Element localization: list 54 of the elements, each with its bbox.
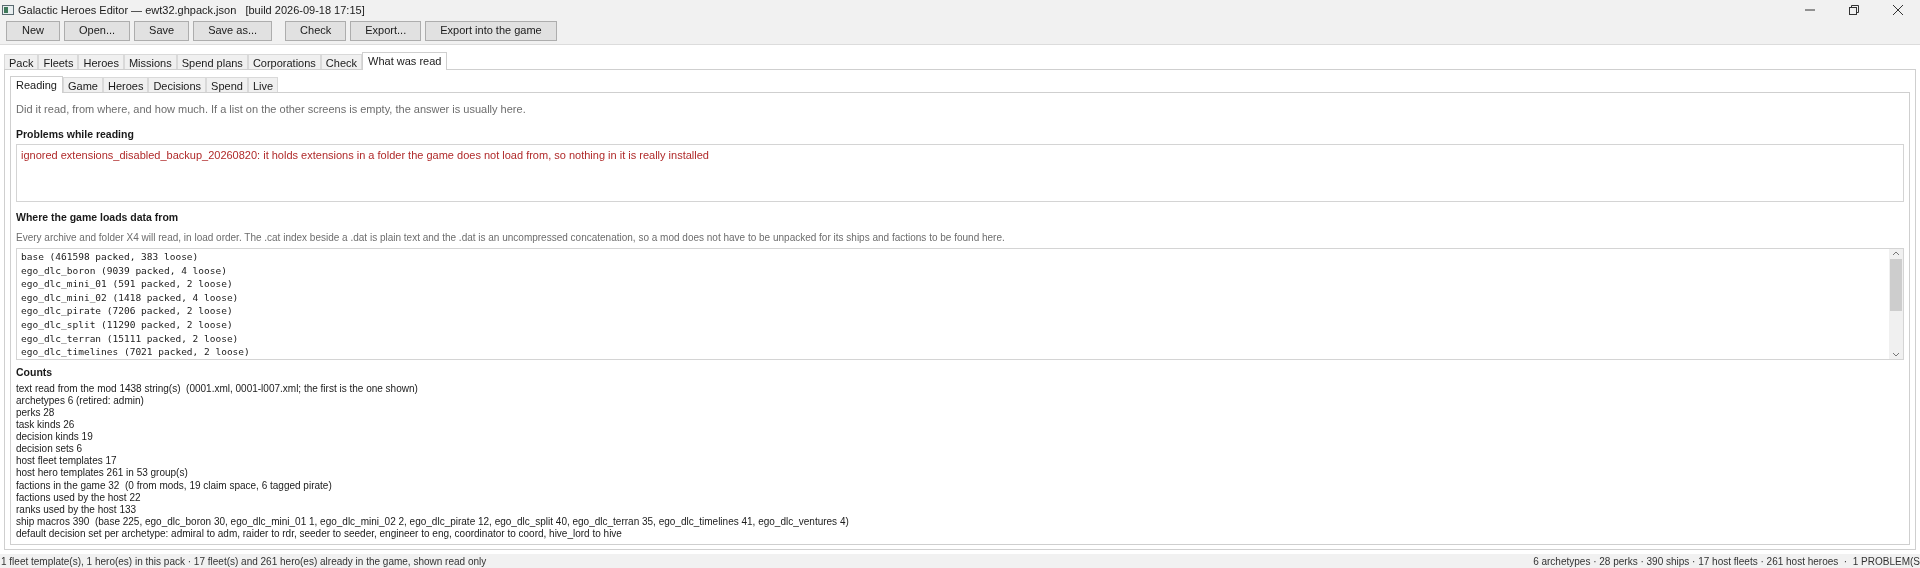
status-summary: 6 archetypes · 28 perks · 390 ships · 17 host fleets · 261 host heroes · 1 PROBLEM(S: [1533, 554, 1920, 568]
list-item[interactable]: ego_dlc_split (11290 packed, 2 loose): [21, 317, 1889, 332]
tab[interactable]: Spend: [206, 77, 248, 92]
section-heading: Counts: [16, 365, 54, 380]
tab[interactable]: Reading: [10, 76, 63, 93]
count-line: factions in the game 32 (0 from mods, 19 claim space, 6 tagged pirate): [16, 479, 333, 492]
toolbar-button[interactable]: Open...: [64, 20, 131, 41]
tab[interactable]: Live: [247, 77, 279, 92]
toolbar-button[interactable]: Save as...: [193, 20, 273, 41]
tab[interactable]: Check: [320, 54, 363, 69]
tab[interactable]: Pack: [4, 54, 39, 69]
tab[interactable]: Decisions: [148, 77, 207, 92]
tab[interactable]: Heroes: [102, 77, 149, 92]
count-line: decision kinds 19: [16, 431, 94, 444]
tab[interactable]: What was read: [362, 52, 448, 70]
list-item[interactable]: ego_dlc_terran (15111 packed, 2 loose): [21, 331, 1889, 346]
list-item[interactable]: base (461598 packed, 383 loose): [21, 250, 1889, 264]
status-text: 1 fleet template(s), 1 hero(es) in this pack · 17 fleet(s) and 261 hero(es) already in the game, shown read only: [0, 554, 487, 568]
count-line: ship macros 390 (base 225, ego_dlc_boron 30, ego_dlc_mini_01 1, ego_dlc_mini_02 2, ego_dlc_pirate 12, ego_dlc_split 40, ego_dlc_terran 35, ego_dlc_timelines 41, ego_dlc_ventures 4): [16, 515, 850, 528]
tab[interactable]: Missions: [123, 54, 177, 69]
toolbar-button[interactable]: Export into the game: [425, 20, 557, 41]
count-line: text read from the mod 1438 string(s) (0001.xml, 0001-l007.xml; the first is the one shown): [16, 382, 419, 395]
tab[interactable]: Game: [63, 77, 103, 92]
tab[interactable]: Corporations: [247, 54, 321, 69]
count-line: factions used by the host 22: [16, 491, 142, 504]
count-line: decision sets 6: [16, 443, 84, 456]
count-line: host hero templates 261 in 53 group(s): [16, 467, 189, 480]
count-line: archetypes 6 (retired: admin): [16, 394, 145, 407]
scrollbar[interactable]: [1889, 249, 1903, 359]
description-text: Every archive and folder X4 will read, in load order. The .cat index beside a .dat is plain text and the .dat is an uncompressed concatenation, so a mod does not have to be unpacked for its ships and factions to be found here.: [16, 231, 1006, 245]
toolbar-button[interactable]: Save: [134, 20, 190, 41]
section-heading: Where the game loads data from: [16, 210, 180, 226]
close-icon[interactable]: [1893, 5, 1903, 15]
list-item[interactable]: ego_dlc_pirate (7206 packed, 2 loose): [21, 304, 1889, 318]
toolbar-button[interactable]: New: [6, 20, 60, 41]
window-title: Galactic Heroes Editor — ewt32.ghpack.json [build 2026-09-18 17:15]: [18, 2, 365, 18]
count-line: host fleet templates 17: [16, 455, 118, 468]
section-heading: Problems while reading: [16, 126, 135, 142]
problem-text: ignored extensions_disabled_backup_20260820: it holds extensions in a folder the game does not load from, so nothing in it is really installed: [21, 148, 710, 164]
tab[interactable]: Fleets: [38, 54, 79, 69]
count-line: perks 28: [16, 406, 56, 420]
toolbar-button[interactable]: Export...: [350, 20, 422, 41]
restore-icon[interactable]: [1849, 5, 1859, 15]
intro-text: Did it read, from where, and how much. If a list on the other screens is empty, the answer is usually here.: [16, 102, 527, 117]
list-item[interactable]: ego_dlc_timelines (7021 packed, 2 loose): [21, 345, 1889, 359]
count-line: ranks used by the host 133: [16, 503, 138, 516]
count-line: task kinds 26: [16, 419, 76, 432]
toolbar-button[interactable]: Check: [285, 20, 347, 41]
list-item[interactable]: ego_dlc_mini_02 (1418 packed, 4 loose): [21, 290, 1889, 305]
count-line: default decision set per archetype: admiral to adm, raider to rdr, seeder to seeder, engineer to eng, coordinator to coord, hive_lord to hive: [16, 527, 623, 540]
tab[interactable]: Heroes: [78, 54, 124, 69]
tab[interactable]: Spend plans: [176, 54, 248, 69]
list-item[interactable]: ego_dlc_mini_01 (591 packed, 2 loose): [21, 277, 1889, 291]
list-item[interactable]: ego_dlc_boron (9039 packed, 4 loose): [21, 263, 1889, 278]
